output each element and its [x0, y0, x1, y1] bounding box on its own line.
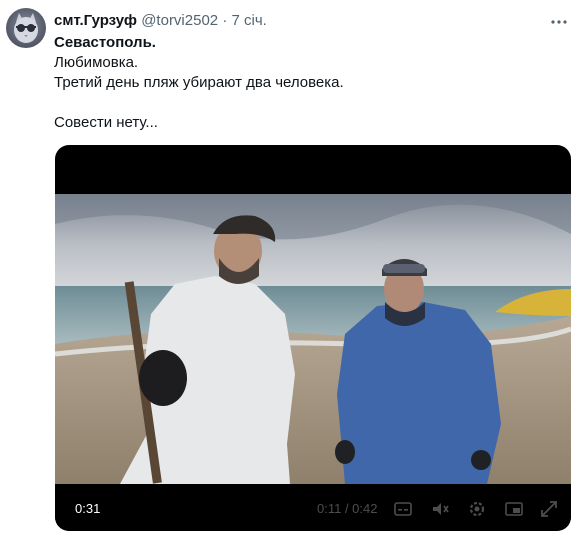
tweet-header: смт.Гурзуф @torvi2502 · 7 січ.	[54, 11, 567, 31]
pip-icon[interactable]	[503, 498, 525, 520]
video-player[interactable]: 0:31 0:11 / 0:42	[55, 145, 571, 531]
more-options-icon[interactable]	[549, 12, 569, 32]
header-separator: ·	[222, 12, 228, 29]
tweet-date[interactable]: 7 січ.	[231, 12, 266, 29]
tweet-text-line: Севастополь.	[54, 34, 156, 51]
video-progress-time: 0:11 / 0:42	[317, 501, 378, 516]
tweet-text-line: Совести нету...	[54, 114, 158, 131]
settings-icon[interactable]	[466, 498, 488, 520]
tweet-text-spacer	[54, 93, 554, 113]
avatar[interactable]	[6, 8, 46, 48]
cat-avatar-icon	[14, 13, 38, 43]
video-frame[interactable]	[55, 194, 571, 484]
video-elapsed-time: 0:31	[75, 501, 101, 516]
tweet-text-line: Любимовка.	[54, 54, 139, 71]
author-name[interactable]: смт.Гурзуф	[54, 12, 137, 29]
tweet-text-line: Третий день пляж убирают два человека.	[54, 74, 344, 91]
fullscreen-icon[interactable]	[538, 498, 560, 520]
subtitles-icon[interactable]	[392, 498, 414, 520]
author-handle[interactable]: @torvi2502	[141, 12, 218, 29]
volume-icon[interactable]	[429, 498, 451, 520]
video-controls: 0:31 0:11 / 0:42	[55, 484, 571, 531]
tweet-text: Севастополь. Любимовка. Третий день пляж…	[54, 33, 554, 133]
